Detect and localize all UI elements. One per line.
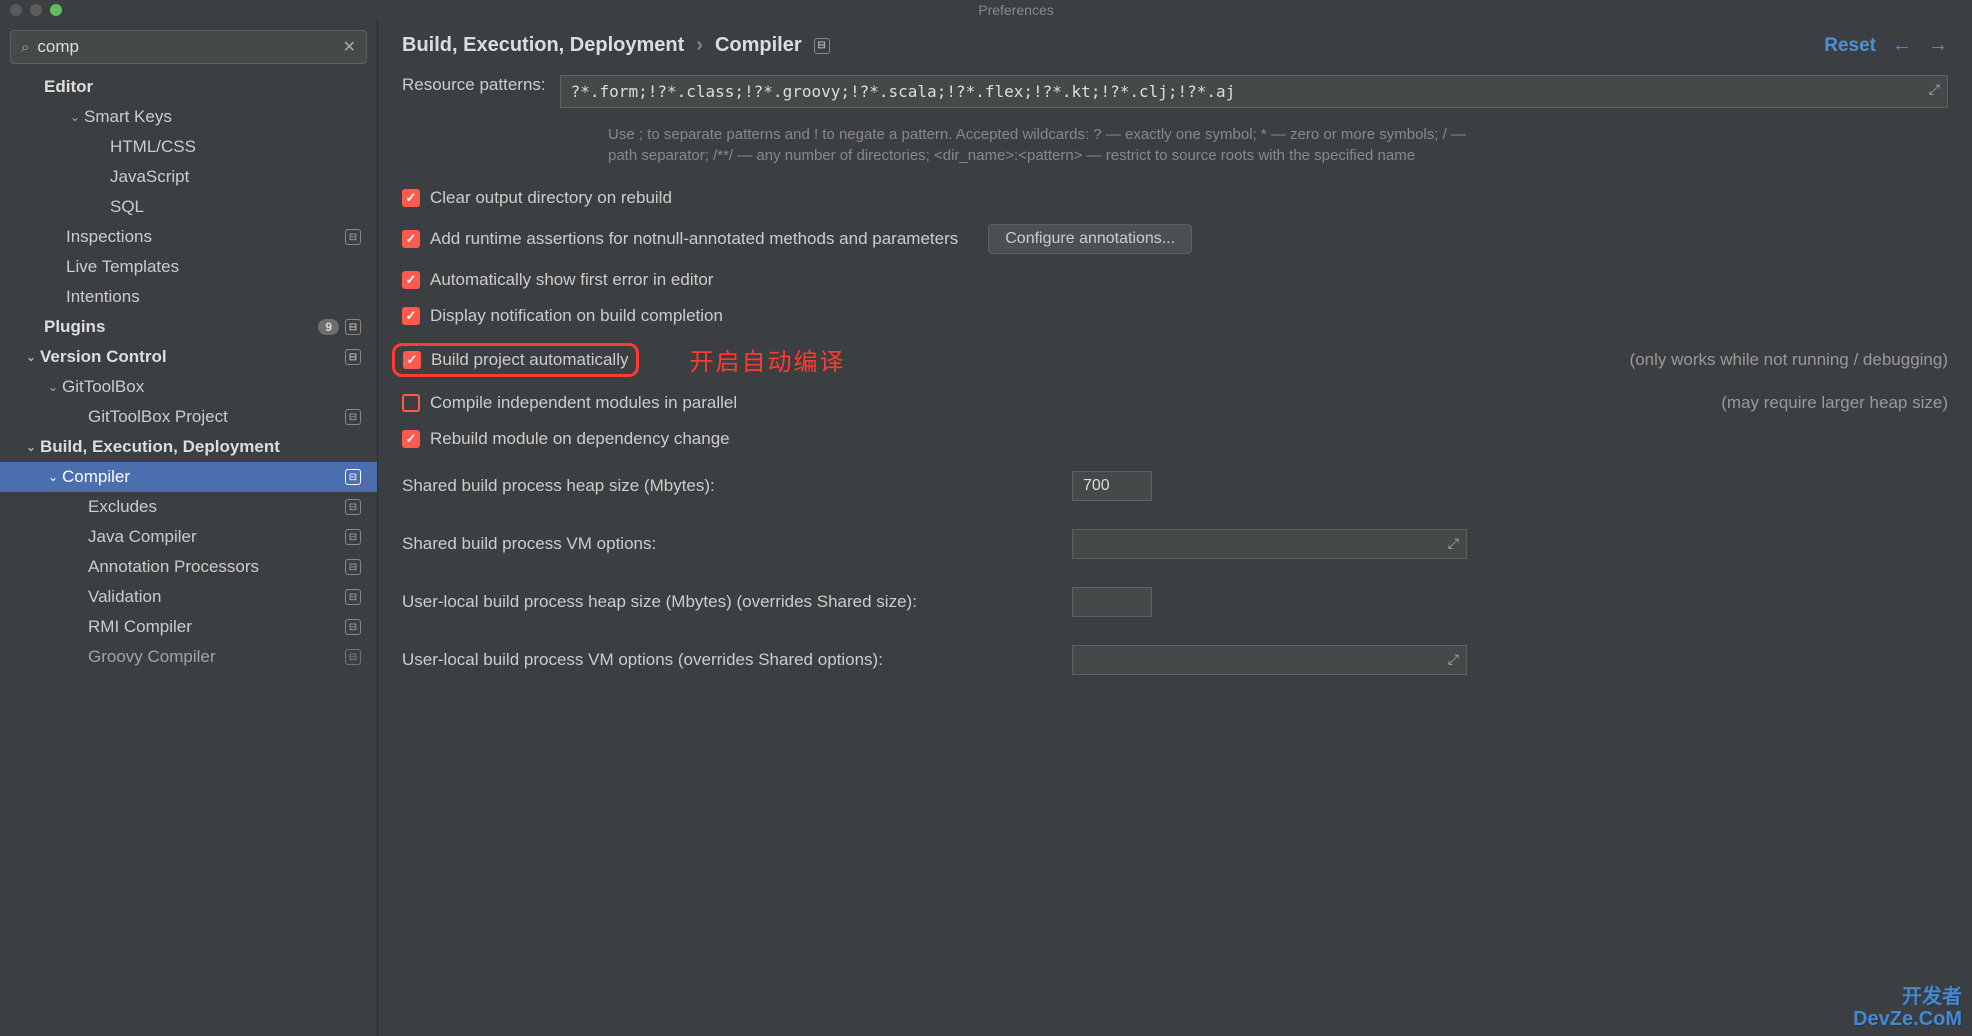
tree-editor[interactable]: Editor [0, 72, 377, 102]
tree-live-templates[interactable]: Live Templates [0, 252, 377, 282]
parallel-hint: (may require larger heap size) [1721, 393, 1948, 413]
expand-icon[interactable]: ⤢ [1448, 651, 1459, 668]
chk-clear-output-label: Clear output directory on rebuild [430, 188, 672, 208]
tree-html-css[interactable]: HTML/CSS [0, 132, 377, 162]
chevron-down-icon: ⌄ [44, 470, 62, 484]
chk-compile-parallel[interactable] [402, 394, 420, 412]
tree-java-compiler[interactable]: Java Compiler⊟ [0, 522, 377, 552]
nav-forward-icon[interactable]: → [1928, 34, 1948, 57]
tree-excludes[interactable]: Excludes⊟ [0, 492, 377, 522]
chk-runtime-assertions-label: Add runtime assertions for notnull-annot… [430, 229, 958, 249]
chevron-down-icon: ⌄ [44, 380, 62, 394]
chk-auto-build-label: Build project automatically [431, 350, 628, 370]
titlebar: Preferences [0, 0, 1972, 20]
tree-compiler[interactable]: ⌄Compiler⊟ [0, 462, 377, 492]
scope-icon: ⊟ [814, 38, 830, 54]
tree-rmi-compiler[interactable]: RMI Compiler⊟ [0, 612, 377, 642]
tree-gittoolbox-project[interactable]: GitToolBox Project⊟ [0, 402, 377, 432]
annotation-text: 开启自动编译 [689, 342, 845, 377]
search-box[interactable]: ⌕ ✕ [10, 30, 367, 64]
chk-rebuild-dependency-label: Rebuild module on dependency change [430, 429, 730, 449]
scope-icon: ⊟ [345, 559, 361, 575]
chk-auto-build[interactable] [403, 351, 421, 369]
scope-icon: ⊟ [345, 349, 361, 365]
window-close-icon[interactable] [10, 4, 22, 16]
tree-validation[interactable]: Validation⊟ [0, 582, 377, 612]
tree-plugins[interactable]: Plugins9⊟ [0, 312, 377, 342]
user-vm-label: User-local build process VM options (ove… [402, 650, 1072, 670]
chevron-down-icon: ⌄ [22, 350, 40, 364]
breadcrumb-parent[interactable]: Build, Execution, Deployment [402, 34, 684, 57]
chk-rebuild-dependency[interactable] [402, 430, 420, 448]
search-input[interactable] [37, 37, 334, 57]
tree-annotation-processors[interactable]: Annotation Processors⊟ [0, 552, 377, 582]
chevron-down-icon: ⌄ [66, 110, 84, 124]
chk-runtime-assertions[interactable] [402, 230, 420, 248]
scope-icon: ⊟ [345, 409, 361, 425]
resource-patterns-help: Use ; to separate patterns and ! to nega… [608, 124, 1488, 166]
chk-clear-output[interactable] [402, 189, 420, 207]
tree-groovy-compiler[interactable]: Groovy Compiler⊟ [0, 642, 377, 672]
shared-vm-input[interactable] [1072, 529, 1467, 559]
shared-heap-label: Shared build process heap size (Mbytes): [402, 476, 1072, 496]
scope-icon: ⊟ [345, 229, 361, 245]
scope-icon: ⊟ [345, 469, 361, 485]
settings-tree: Editor ⌄Smart Keys HTML/CSS JavaScript S… [0, 72, 377, 1036]
shared-vm-label: Shared build process VM options: [402, 534, 1072, 554]
window-minimize-icon[interactable] [30, 4, 42, 16]
scope-icon: ⊟ [345, 589, 361, 605]
breadcrumb: Build, Execution, Deployment › Compiler … [402, 34, 834, 57]
search-icon: ⌕ [21, 39, 29, 56]
scope-icon: ⊟ [345, 619, 361, 635]
chk-show-first-error-label: Automatically show first error in editor [430, 270, 713, 290]
chk-build-notification-label: Display notification on build completion [430, 306, 723, 326]
expand-icon[interactable]: ⤢ [1929, 81, 1940, 98]
chk-build-notification[interactable] [402, 307, 420, 325]
tree-smart-keys[interactable]: ⌄Smart Keys [0, 102, 377, 132]
breadcrumb-current: Compiler [715, 34, 802, 57]
tree-inspections[interactable]: Inspections⊟ [0, 222, 377, 252]
tree-gittoolbox[interactable]: ⌄GitToolBox [0, 372, 377, 402]
nav-back-icon[interactable]: ← [1892, 34, 1912, 57]
auto-build-hint: (only works while not running / debuggin… [1630, 350, 1948, 370]
resource-patterns-label: Resource patterns: [402, 75, 546, 95]
tree-javascript[interactable]: JavaScript [0, 162, 377, 192]
clear-search-icon[interactable]: ✕ [343, 37, 356, 57]
scope-icon: ⊟ [345, 319, 361, 335]
tree-version-control[interactable]: ⌄Version Control⊟ [0, 342, 377, 372]
content-panel: Build, Execution, Deployment › Compiler … [378, 20, 1972, 1036]
user-heap-input[interactable] [1072, 587, 1152, 617]
tree-sql[interactable]: SQL [0, 192, 377, 222]
shared-heap-input[interactable] [1072, 471, 1152, 501]
scope-icon: ⊟ [345, 499, 361, 515]
window-zoom-icon[interactable] [50, 4, 62, 16]
configure-annotations-button[interactable]: Configure annotations... [988, 224, 1192, 254]
user-vm-input[interactable] [1072, 645, 1467, 675]
chevron-down-icon: ⌄ [22, 440, 40, 454]
scope-icon: ⊟ [345, 649, 361, 665]
watermark: 开发者 DevZe.CoM [1853, 986, 1962, 1030]
chk-show-first-error[interactable] [402, 271, 420, 289]
chk-compile-parallel-label: Compile independent modules in parallel [430, 393, 737, 413]
reset-button[interactable]: Reset [1824, 35, 1876, 57]
plugins-count-badge: 9 [318, 319, 339, 335]
annotation-highlight-box: Build project automatically [392, 343, 639, 377]
sidebar: ⌕ ✕ Editor ⌄Smart Keys HTML/CSS JavaScri… [0, 20, 378, 1036]
expand-icon[interactable]: ⤢ [1448, 535, 1459, 552]
resource-patterns-input[interactable] [560, 75, 1948, 108]
chevron-right-icon: › [696, 34, 703, 57]
scope-icon: ⊟ [345, 529, 361, 545]
tree-intentions[interactable]: Intentions [0, 282, 377, 312]
tree-bed[interactable]: ⌄Build, Execution, Deployment [0, 432, 377, 462]
user-heap-label: User-local build process heap size (Mbyt… [402, 592, 1072, 612]
window-title: Preferences [70, 2, 1962, 18]
